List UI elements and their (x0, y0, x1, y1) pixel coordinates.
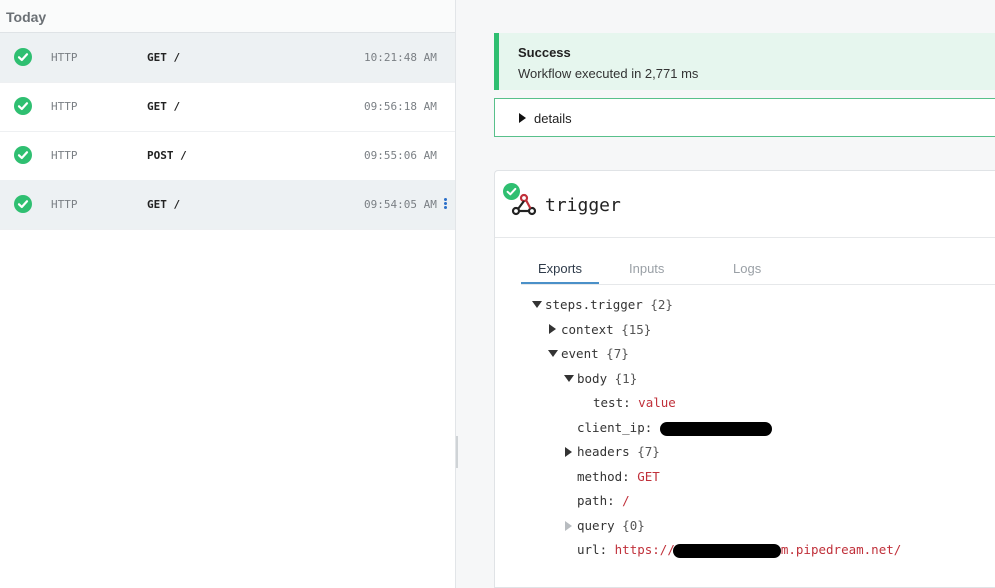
event-list-panel: Today HTTP GET / 10:21:48 AM HTTP GET / … (0, 0, 456, 588)
success-banner: Success Workflow executed in 2,771 ms (494, 33, 995, 90)
step-header: trigger (495, 171, 995, 238)
tree-node-event: event {7} (561, 346, 629, 361)
event-request: GET / (147, 100, 181, 113)
caret-right-icon[interactable] (565, 447, 572, 457)
event-row[interactable]: HTTP GET / 09:54:05 AM (0, 180, 455, 230)
event-row[interactable]: HTTP POST / 09:55:06 AM (0, 131, 455, 181)
event-request: GET / (147, 198, 181, 211)
success-title: Success (518, 45, 571, 60)
tab-logs[interactable]: Logs (733, 261, 761, 276)
event-row[interactable]: HTTP GET / 10:21:48 AM (0, 33, 455, 83)
redaction-mark (672, 543, 781, 558)
check-circle-icon (14, 195, 32, 213)
details-label: details (534, 111, 572, 126)
event-source: HTTP (51, 51, 78, 64)
details-toggle[interactable]: details (494, 98, 995, 137)
redaction-mark (659, 421, 772, 436)
caret-right-icon (519, 113, 526, 123)
check-circle-icon (14, 97, 32, 115)
caret-right-icon[interactable] (549, 324, 556, 334)
tree-node-context: context {15} (561, 322, 652, 337)
tab-exports[interactable]: Exports (521, 261, 599, 284)
tree-node-method: method: GET (577, 469, 660, 484)
event-request: GET / (147, 51, 181, 64)
section-header-today: Today (0, 0, 455, 34)
step-card: trigger Exports Inputs Logs steps.trigge… (494, 170, 995, 588)
event-source: HTTP (51, 149, 78, 162)
event-source: HTTP (51, 198, 78, 211)
event-request: POST / (147, 149, 187, 162)
tree-node-url: url: https://m.pipedream.net/ (577, 542, 902, 558)
check-circle-icon (14, 48, 32, 66)
tree-node-query: query {0} (577, 518, 645, 533)
step-title: trigger (545, 195, 621, 216)
event-time: 09:54:05 AM (364, 198, 437, 211)
check-circle-icon (503, 183, 520, 200)
event-time: 09:56:18 AM (364, 100, 437, 113)
tabs-divider (521, 284, 995, 285)
tree-node-root: steps.trigger {2} (545, 297, 673, 312)
tree-node-test: test: value (593, 395, 676, 410)
event-time: 09:55:06 AM (364, 149, 437, 162)
event-row[interactable]: HTTP GET / 09:56:18 AM (0, 82, 455, 132)
event-time: 10:21:48 AM (364, 51, 437, 64)
caret-down-icon[interactable] (532, 301, 542, 308)
caret-down-icon[interactable] (564, 375, 574, 382)
tab-inputs[interactable]: Inputs (629, 261, 664, 276)
caret-right-icon (565, 521, 572, 531)
tree-node-body: body {1} (577, 371, 638, 386)
more-vertical-icon[interactable] (441, 197, 449, 211)
success-message: Workflow executed in 2,771 ms (518, 66, 699, 81)
panel-resize-handle[interactable] (456, 436, 458, 468)
tree-node-client-ip: client_ip: (577, 420, 772, 436)
check-circle-icon (14, 146, 32, 164)
tree-node-path: path: / (577, 493, 630, 508)
event-source: HTTP (51, 100, 78, 113)
tree-node-headers: headers {7} (577, 444, 660, 459)
caret-down-icon[interactable] (548, 350, 558, 357)
